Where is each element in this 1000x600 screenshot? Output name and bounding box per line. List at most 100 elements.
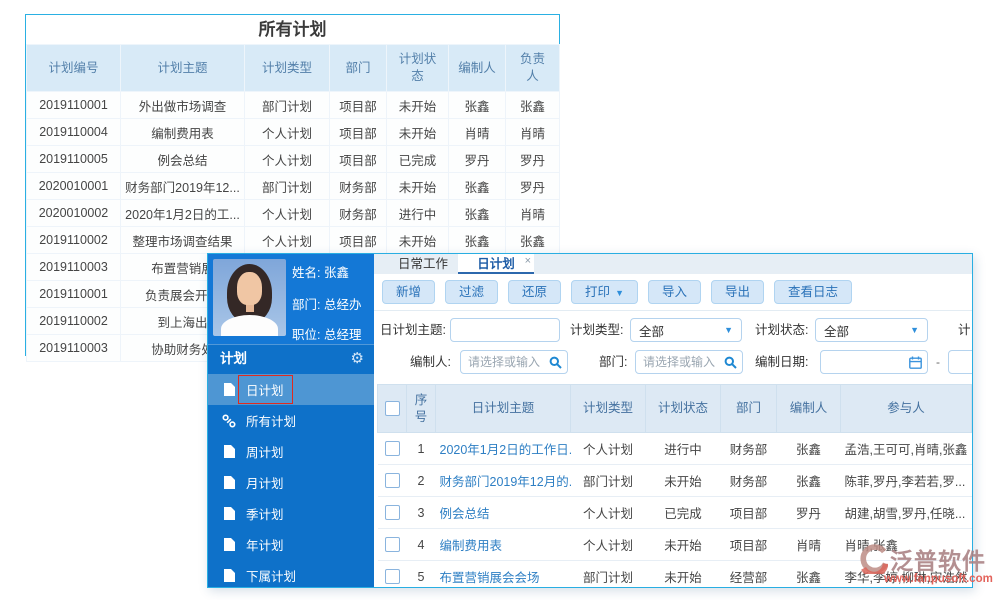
table-row[interactable]: 2019110002 整理市场调查结果 个人计划 项目部 未开始 张鑫 张鑫 (27, 227, 560, 254)
column-header[interactable]: 计划编号 (27, 45, 121, 92)
plan-status-select[interactable]: 全部 ▼ (815, 318, 928, 342)
plan-subject-cell: 财务部门2019年12... (121, 173, 245, 200)
table-row[interactable]: 2019110004 编制费用表 个人计划 项目部 未开始 肖晴 肖晴 (27, 119, 560, 146)
column-header[interactable]: 计划类型 (245, 45, 330, 92)
select-all-checkbox[interactable] (385, 401, 400, 416)
status-filter-label: 计划状态: (755, 318, 808, 342)
plan-type-cell: 部门计划 (245, 92, 330, 119)
plan-subject-link[interactable]: 2020年1月2日的工作日... (436, 433, 571, 465)
plan-type-cell: 个人计划 (245, 146, 330, 173)
sidebar-item-quarterly-plan[interactable]: 季计划 (208, 498, 374, 529)
plan-number-cell: 2019110002 (27, 227, 121, 254)
file-icon (222, 569, 236, 582)
creator-cell: 张鑫 (777, 465, 841, 497)
plan-number-cell: 2020010001 (27, 173, 121, 200)
plan-status-cell: 已完成 (387, 146, 449, 173)
daily-plan-window: 姓名: 张鑫 部门: 总经办 职位: 总经理 计划 ⚙ 日计划 所有计划 (207, 253, 973, 588)
plan-status-cell: 未开始 (387, 227, 449, 254)
plan-type-cell: 部门计划 (571, 561, 646, 587)
subject-filter-label: 日计划主题: (380, 318, 446, 342)
creator-cell: 罗丹 (449, 146, 506, 173)
table-row[interactable]: 3 例会总结 个人计划 已完成 项目部 罗丹 胡建,胡雪,罗丹,任晓... (378, 497, 972, 529)
plan-status-cell: 已完成 (646, 497, 721, 529)
tab-bar: 日常工作 日计划 × (374, 254, 972, 274)
table-row[interactable]: 2019110005 例会总结 个人计划 项目部 已完成 罗丹 罗丹 (27, 146, 560, 173)
date-to-input[interactable] (949, 351, 972, 373)
table-row[interactable]: 2019110001 外出做市场调查 部门计划 项目部 未开始 张鑫 张鑫 (27, 92, 560, 119)
row-number-cell: 5 (407, 561, 436, 587)
column-header[interactable]: 编制人 (777, 385, 841, 433)
column-header[interactable]: 计划状态 (646, 385, 721, 433)
department-cell: 项目部 (721, 497, 777, 529)
reset-button[interactable]: 还原 (508, 280, 561, 304)
column-header[interactable]: 负责人 (506, 45, 560, 92)
sidebar-header: 计划 ⚙ (208, 345, 374, 373)
creator-picker (460, 350, 568, 374)
row-number-cell: 4 (407, 529, 436, 561)
row-checkbox[interactable] (385, 441, 400, 456)
export-button[interactable]: 导出 (711, 280, 764, 304)
print-label: 打印 (585, 285, 610, 299)
tab-daily-plan[interactable]: 日计划 × (458, 254, 534, 274)
column-header[interactable]: 日计划主题 (436, 385, 571, 433)
plan-subject-link[interactable]: 例会总结 (436, 497, 571, 529)
plan-subject-link[interactable]: 财务部门2019年12月的... (436, 465, 571, 497)
row-checkbox[interactable] (385, 569, 400, 584)
participants-cell: 孟浩,王可可,肖晴,张鑫 (841, 433, 972, 465)
creator-cell: 肖晴 (777, 529, 841, 561)
plan-number-cell: 2020010002 (27, 200, 121, 227)
creator-filter-label: 编制人: (410, 350, 451, 374)
sidebar-item-subordinate-plan[interactable]: 下属计划 (208, 560, 374, 587)
column-header[interactable]: 计划主题 (121, 45, 245, 92)
chevron-down-icon: ▼ (615, 288, 624, 298)
print-button[interactable]: 打印 ▼ (571, 280, 638, 304)
plan-type-cell: 个人计划 (245, 200, 330, 227)
search-icon[interactable] (549, 356, 562, 372)
tab-daily-work[interactable]: 日常工作 (392, 254, 454, 274)
view-log-button[interactable]: 查看日志 (774, 280, 852, 304)
sidebar-item-weekly-plan[interactable]: 周计划 (208, 436, 374, 467)
table-row[interactable]: 2020010002 2020年1月2日的工... 个人计划 财务部 进行中 张… (27, 200, 560, 227)
import-button[interactable]: 导入 (648, 280, 701, 304)
close-icon[interactable]: × (525, 254, 531, 271)
sidebar-item-label: 下属计划 (246, 566, 296, 585)
plan-status-cell: 进行中 (646, 433, 721, 465)
sidebar-item-daily-plan[interactable]: 日计划 (208, 374, 374, 405)
column-header[interactable]: 计划状态 (387, 45, 449, 92)
table-row[interactable]: 2020010001 财务部门2019年12... 部门计划 财务部 未开始 张… (27, 173, 560, 200)
sidebar-item-all-plans[interactable]: 所有计划 (208, 405, 374, 436)
sidebar-item-label: 季计划 (246, 504, 284, 523)
column-header[interactable]: 计划类型 (571, 385, 646, 433)
calendar-icon[interactable] (909, 356, 922, 372)
row-checkbox[interactable] (385, 473, 400, 488)
row-checkbox[interactable] (385, 537, 400, 552)
plan-type-select[interactable]: 全部 ▼ (630, 318, 742, 342)
plan-subject-link[interactable]: 编制费用表 (436, 529, 571, 561)
sidebar: 姓名: 张鑫 部门: 总经办 职位: 总经理 计划 ⚙ 日计划 所有计划 (208, 254, 374, 587)
plan-subject-cell: 编制费用表 (121, 119, 245, 146)
column-header[interactable]: 部门 (721, 385, 777, 433)
gear-icon[interactable]: ⚙ (351, 345, 364, 373)
dept-picker (635, 350, 743, 374)
sidebar-menu: 日计划 所有计划 周计划 月计划 季计划 (208, 374, 374, 587)
plan-subject-link[interactable]: 布置营销展会会场 (436, 561, 571, 587)
row-checkbox[interactable] (385, 505, 400, 520)
table-row[interactable]: 2 财务部门2019年12月的... 部门计划 未开始 财务部 张鑫 陈菲,罗丹… (378, 465, 972, 497)
table-row[interactable]: 1 2020年1月2日的工作日... 个人计划 进行中 财务部 张鑫 孟浩,王可… (378, 433, 972, 465)
file-icon (222, 507, 236, 520)
date-range-separator: - (936, 350, 940, 374)
subject-filter-input[interactable] (450, 318, 560, 342)
plan-subject-cell: 例会总结 (121, 146, 245, 173)
plan-type-cell: 个人计划 (245, 119, 330, 146)
column-header[interactable]: 序号 (407, 385, 436, 433)
sidebar-item-monthly-plan[interactable]: 月计划 (208, 467, 374, 498)
search-icon[interactable] (724, 356, 737, 372)
owner-cell: 肖晴 (506, 119, 560, 146)
sidebar-item-yearly-plan[interactable]: 年计划 (208, 529, 374, 560)
profile-name: 姓名: 张鑫 (292, 262, 349, 281)
column-header[interactable]: 参与人 (841, 385, 972, 433)
add-button[interactable]: 新增 (382, 280, 435, 304)
column-header[interactable]: 部门 (330, 45, 387, 92)
column-header[interactable]: 编制人 (449, 45, 506, 92)
filter-button[interactable]: 过滤 (445, 280, 498, 304)
